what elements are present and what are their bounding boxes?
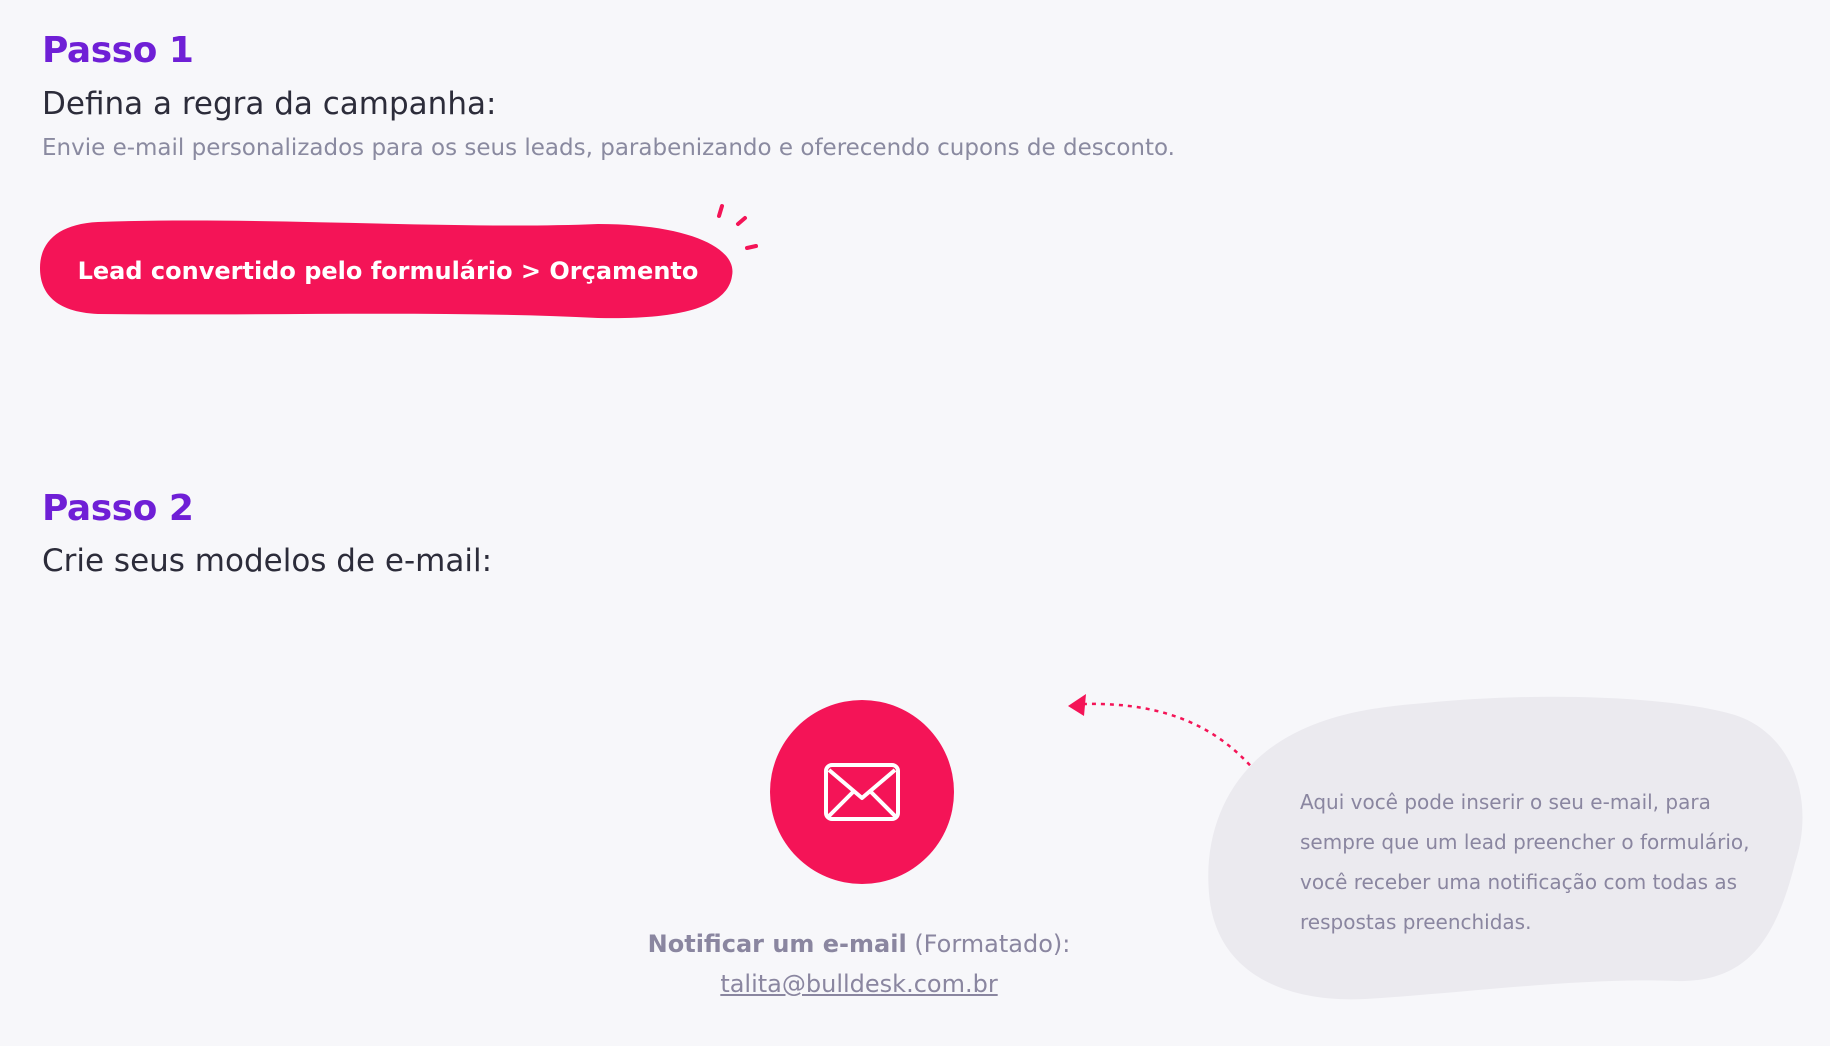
email-template-button[interactable] (770, 700, 954, 884)
step1-subtitle: Defina a regra da campanha: (42, 86, 497, 122)
campaign-rule-button[interactable]: Lead convertido pelo formulário > Orçame… (38, 218, 738, 324)
rule-label: Lead convertido pelo formulário > Orçame… (77, 257, 699, 285)
envelope-icon (824, 763, 900, 821)
tip-text: Aqui você pode inserir o seu e-mail, par… (1300, 790, 1750, 934)
notify-label-bold: Notificar um e-mail (647, 930, 907, 958)
sparkle-icon (717, 204, 758, 250)
step1-title: Passo 1 (42, 30, 194, 71)
step2-subtitle: Crie seus modelos de e-mail: (42, 543, 493, 579)
notify-label-rest: (Formatado): (906, 930, 1071, 958)
notify-email-link[interactable]: talita@bulldesk.com.br (720, 970, 997, 998)
step2-title: Passo 2 (42, 488, 194, 529)
step1-description: Envie e-mail personalizados para os seus… (42, 135, 1175, 161)
